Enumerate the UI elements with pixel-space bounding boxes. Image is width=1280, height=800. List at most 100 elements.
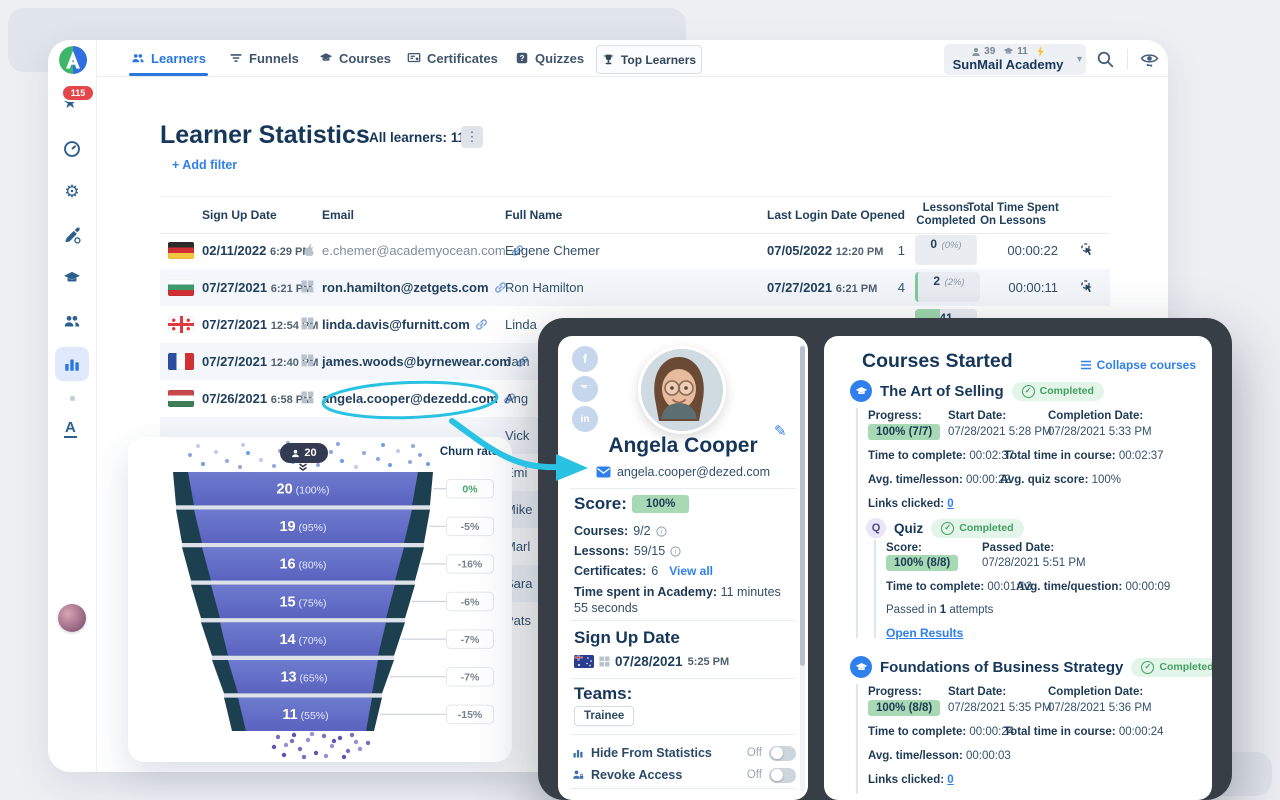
team-chip[interactable]: Trainee <box>574 706 634 726</box>
double-chevron-down-icon <box>298 463 308 472</box>
open-results-link[interactable]: Open Results <box>886 626 963 640</box>
learners-icon <box>131 51 145 65</box>
add-filter-button[interactable]: + Add filter <box>172 158 237 172</box>
course-header[interactable]: The Art of Selling ✓Completed <box>850 380 1104 402</box>
info-icon[interactable]: i <box>670 546 681 557</box>
tab-certificates[interactable]: Certificates <box>407 40 498 76</box>
windows-os-icon <box>301 317 314 330</box>
funnel-entered-pill[interactable]: 20 <box>280 443 328 463</box>
user-avatar[interactable] <box>58 604 86 632</box>
link-icon[interactable] <box>475 318 488 331</box>
svg-text:-15%: -15% <box>458 709 483 721</box>
academy-switcher[interactable]: 39 11 SunMail Academy ▾ <box>944 44 1086 75</box>
table-row[interactable]: 07/27/2021 6:21 PM ron.hamilton@zetgets.… <box>160 269 1110 306</box>
churn-rate-label: Churn rate <box>440 446 498 458</box>
search-icon[interactable] <box>1096 50 1115 69</box>
tab-funnels[interactable]: Funnels <box>229 40 299 76</box>
col-total-time[interactable]: Total Time Spent On Lessons <box>958 202 1068 228</box>
preview-eye-icon[interactable] <box>1140 51 1159 68</box>
time-in-academy-row: Time spent in Academy: 11 minutes 55 sec… <box>574 584 796 616</box>
branding-brush-icon[interactable] <box>63 226 81 244</box>
courses-started-panel: Courses Started Collapse courses The Art… <box>824 336 1212 800</box>
country-flag-icon <box>168 316 194 333</box>
tab-label: Certificates <box>427 51 498 66</box>
all-learners-count: All learners: 11 <box>369 130 465 145</box>
tab-courses[interactable]: Courses <box>319 40 391 76</box>
courses-cap-icon[interactable] <box>63 269 81 287</box>
col-email[interactable]: Email <box>322 208 354 222</box>
envelope-icon <box>596 466 611 478</box>
country-flag-icon <box>168 390 194 407</box>
info-icon[interactable]: i <box>656 526 667 537</box>
table-row[interactable]: 02/11/2022 6:29 PM e.chemer@academyocean… <box>160 232 1110 269</box>
learner-email[interactable]: angela.cooper@dezed.com <box>558 465 808 479</box>
svg-text:0%: 0% <box>462 484 478 496</box>
list-icon <box>1080 360 1092 370</box>
col-opened[interactable]: Opened <box>850 208 905 222</box>
topbar-divider <box>97 76 1168 77</box>
email-cell[interactable]: ron.hamilton@zetgets.com <box>322 280 507 295</box>
svg-text:14 (70%): 14 (70%) <box>279 632 326 648</box>
learner-name: Angela Cooper <box>558 434 808 458</box>
sidebar-item-statistics-active[interactable] <box>55 347 89 381</box>
email-cell[interactable]: e.chemer@academyocean.com <box>322 243 524 258</box>
facebook-icon[interactable]: f <box>572 346 598 372</box>
progress-badge: 100% (8/8) <box>868 700 940 716</box>
score-badge: 100% <box>632 495 689 513</box>
certificates-row: Certificates:6 View all <box>574 564 713 578</box>
full-name-cell: Ron Hamilton <box>505 280 584 295</box>
profile-scrollbar[interactable] <box>800 344 805 792</box>
funnel-chart[interactable]: 0%20 (100%)-5%19 (95%)-16%16 (80%)-6%15 … <box>128 437 512 762</box>
course-cap-icon <box>850 380 872 402</box>
windows-os-icon <box>599 656 610 667</box>
academy-learner-count: 39 <box>971 46 995 57</box>
signup-date-cell: 07/27/2021 6:21 PM <box>202 280 312 295</box>
linkedin-icon[interactable]: in <box>572 406 598 432</box>
academy-name: SunMail Academy <box>944 57 1072 72</box>
quiz-header[interactable]: Q Quiz ✓Completed <box>866 518 1024 538</box>
click-activity-icon[interactable] <box>1080 242 1095 258</box>
col-signup-date[interactable]: Sign Up Date <box>202 208 277 222</box>
links-clicked-link[interactable]: 0 <box>947 774 953 786</box>
col-last-login[interactable]: Last Login Date <box>767 208 857 222</box>
teams-people-icon[interactable] <box>63 312 81 330</box>
col-full-name[interactable]: Full Name <box>505 208 562 222</box>
tab-label: Funnels <box>249 51 299 66</box>
hide-from-statistics-row: Hide From Statistics Off <box>572 742 796 764</box>
trophy-icon <box>602 53 615 66</box>
sidebar-divider <box>96 40 97 772</box>
certificate-icon <box>407 51 421 65</box>
email-cell[interactable]: linda.davis@furnitt.com <box>322 317 488 332</box>
course-header[interactable]: Foundations of Business Strategy ✓Comple… <box>850 656 1212 678</box>
signup-date-cell: 02/11/2022 6:29 PM <box>202 243 312 258</box>
links-clicked-link[interactable]: 0 <box>947 498 953 510</box>
svg-text:i: i <box>675 548 677 555</box>
scrollbar-thumb[interactable] <box>800 346 805 666</box>
revoke-access-toggle[interactable] <box>769 768 796 783</box>
full-name-cell: Jam <box>505 354 530 369</box>
text-format-icon[interactable]: A <box>64 419 77 438</box>
svg-text:-5%: -5% <box>461 521 480 533</box>
kebab-menu-button[interactable]: ⋮ <box>461 126 483 148</box>
svg-text:20 (100%): 20 (100%) <box>277 482 330 498</box>
person-lock-icon <box>572 769 584 781</box>
dashboard-icon[interactable] <box>63 140 81 158</box>
view-all-link[interactable]: View all <box>669 564 713 578</box>
learner-detail-overlay: f in ✎ Angela Cooper <box>538 318 1232 800</box>
click-activity-icon[interactable] <box>1080 279 1095 295</box>
svg-text:i: i <box>660 528 662 535</box>
signup-heading: Sign Up Date <box>574 628 680 648</box>
settings-gear-icon[interactable]: ⚙ <box>63 182 81 200</box>
tab-top-learners[interactable]: Top Learners <box>596 45 702 74</box>
tab-quizzes[interactable]: ? Quizzes <box>515 40 584 76</box>
signup-row: 07/28/2021 5:25 PM <box>574 654 729 669</box>
academyocean-logo-icon[interactable] <box>58 45 88 75</box>
tab-learners[interactable]: Learners <box>131 40 206 76</box>
email-cell[interactable]: angela.cooper@dezedd.com <box>322 391 516 406</box>
hide-from-statistics-toggle[interactable] <box>769 746 796 761</box>
windows-os-icon <box>301 354 314 367</box>
collapse-courses-link[interactable]: Collapse courses <box>1080 358 1196 372</box>
email-cell[interactable]: james.woods@byrnewear.com <box>322 354 529 369</box>
twitter-icon[interactable] <box>572 376 598 402</box>
apple-os-icon <box>301 243 315 258</box>
